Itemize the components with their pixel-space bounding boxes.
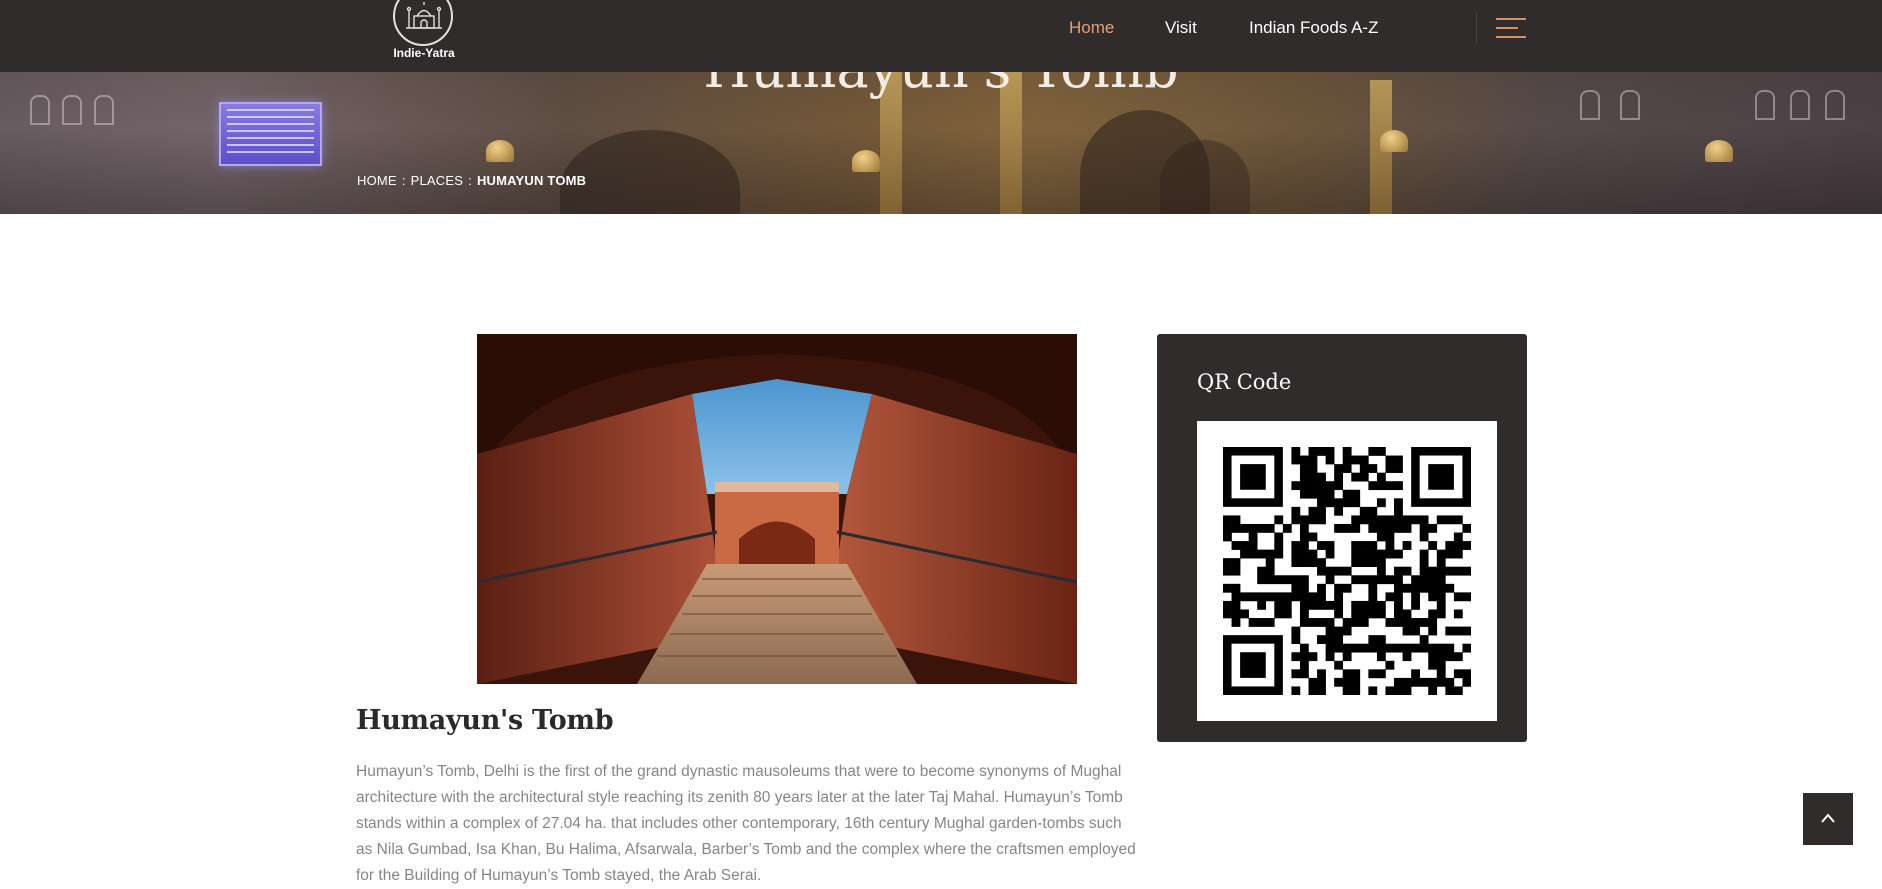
mosque-icon bbox=[393, 0, 453, 46]
article-image bbox=[477, 334, 1077, 684]
nav-divider bbox=[1476, 12, 1477, 44]
breadcrumb-separator: : bbox=[468, 173, 472, 188]
top-navbar: Indie-Yatra Home Visit Indian Foods A-Z bbox=[0, 0, 1882, 72]
qr-code-widget: QR Code bbox=[1157, 334, 1527, 742]
qr-code-image bbox=[1197, 421, 1497, 721]
breadcrumb: HOME: PLACES: HUMAYUN TOMB bbox=[357, 173, 586, 188]
back-to-top-button[interactable] bbox=[1803, 793, 1853, 845]
hamburger-menu-icon[interactable] bbox=[1496, 18, 1526, 38]
nav-indian-foods-link[interactable]: Indian Foods A-Z bbox=[1249, 18, 1378, 38]
breadcrumb-separator: : bbox=[401, 173, 406, 188]
nav-visit-link[interactable]: Visit bbox=[1165, 18, 1197, 38]
brand-name: Indie-Yatra bbox=[393, 46, 455, 60]
breadcrumb-home-link[interactable]: HOME bbox=[357, 173, 397, 188]
site-logo[interactable]: Indie-Yatra bbox=[386, 0, 462, 66]
breadcrumb-current: HUMAYUN TOMB bbox=[476, 173, 587, 188]
article-title: Humayun's Tomb bbox=[356, 705, 614, 736]
nav-home-link[interactable]: Home bbox=[1069, 18, 1114, 38]
breadcrumb-places-link[interactable]: PLACES bbox=[411, 173, 464, 188]
chevron-up-icon bbox=[1821, 813, 1835, 823]
hero-signboard bbox=[219, 102, 322, 166]
qr-code-title: QR Code bbox=[1197, 370, 1292, 394]
article-body: Humayun’s Tomb, Delhi is the first of th… bbox=[356, 763, 1136, 884]
